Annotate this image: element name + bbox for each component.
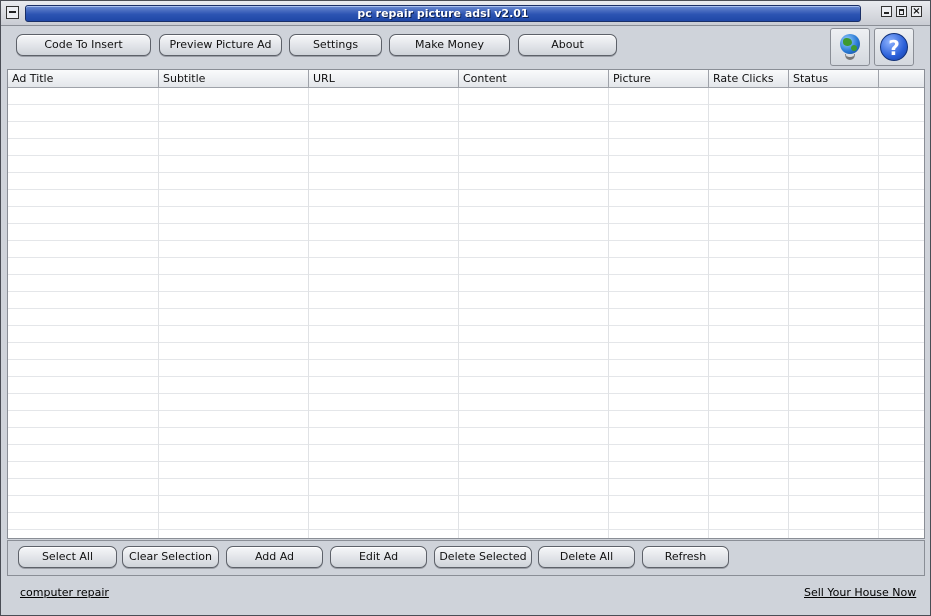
minimize-icon[interactable]: [881, 6, 892, 17]
system-menu-icon[interactable]: [6, 6, 19, 19]
column-header-filler: [879, 70, 924, 88]
column-header-subtitle[interactable]: Subtitle: [159, 70, 309, 88]
column-divider: [708, 88, 709, 538]
edit-ad-button[interactable]: Edit Ad: [330, 546, 427, 568]
column-divider: [878, 88, 879, 538]
column-header-url[interactable]: URL: [309, 70, 459, 88]
globe-stand: [845, 54, 855, 60]
ads-table[interactable]: Ad Title Subtitle URL Content Picture Ra…: [7, 69, 925, 539]
refresh-button[interactable]: Refresh: [642, 546, 729, 568]
clear-selection-button[interactable]: Clear Selection: [122, 546, 219, 568]
maximize-icon[interactable]: [896, 6, 907, 17]
column-divider: [458, 88, 459, 538]
code-to-insert-button[interactable]: Code To Insert: [16, 34, 151, 56]
column-header-status[interactable]: Status: [789, 70, 879, 88]
column-header-rate-clicks[interactable]: Rate Clicks: [709, 70, 789, 88]
column-header-ad-title[interactable]: Ad Title: [8, 70, 159, 88]
title-bar[interactable]: pc repair picture adsl v2.01 ×: [1, 1, 930, 26]
add-ad-button[interactable]: Add Ad: [226, 546, 323, 568]
web-button[interactable]: [830, 28, 870, 66]
column-divider: [788, 88, 789, 538]
title-field: pc repair picture adsl v2.01: [25, 5, 861, 22]
help-button[interactable]: ?: [874, 28, 914, 66]
column-header-content[interactable]: Content: [459, 70, 609, 88]
column-divider: [308, 88, 309, 538]
select-all-button[interactable]: Select All: [18, 546, 117, 568]
computer-repair-link[interactable]: computer repair: [20, 586, 109, 599]
close-icon[interactable]: ×: [911, 6, 922, 17]
preview-picture-ad-button[interactable]: Preview Picture Ad: [159, 34, 282, 56]
app-window: pc repair picture adsl v2.01 × Code To I…: [0, 0, 931, 616]
table-body[interactable]: [8, 88, 924, 538]
globe-icon: [840, 34, 860, 54]
make-money-button[interactable]: Make Money: [389, 34, 510, 56]
column-header-picture[interactable]: Picture: [609, 70, 709, 88]
window-title: pc repair picture adsl v2.01: [357, 7, 529, 20]
help-icon: ?: [880, 33, 908, 61]
settings-button[interactable]: Settings: [289, 34, 382, 56]
delete-selected-button[interactable]: Delete Selected: [434, 546, 532, 568]
column-divider: [158, 88, 159, 538]
column-divider: [608, 88, 609, 538]
delete-all-button[interactable]: Delete All: [538, 546, 635, 568]
about-button[interactable]: About: [518, 34, 617, 56]
sell-your-house-now-link[interactable]: Sell Your House Now: [804, 586, 916, 599]
